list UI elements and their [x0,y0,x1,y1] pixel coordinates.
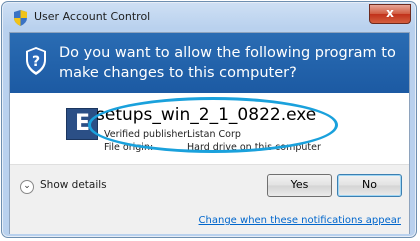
window-title: User Account Control [34,10,151,23]
show-details-toggle[interactable]: ⌄ Show details [20,179,107,194]
notification-settings-link[interactable]: Change when these notifications appear [199,215,401,226]
title-bar: User Account Control x [2,2,416,32]
show-details-label: Show details [40,179,107,191]
uac-shield-icon [14,10,27,26]
yes-button[interactable]: Yes [267,174,332,197]
prompt-question: Do you want to allow the following progr… [59,45,396,81]
dialog-content: ? Do you want to allow the following pro… [9,32,410,234]
question-shield-icon: ? [26,47,46,75]
highlight-ellipse [88,97,338,153]
prompt-header: ? Do you want to allow the following pro… [10,33,409,93]
svg-text:?: ? [32,54,40,70]
chevron-down-icon: ⌄ [20,180,34,194]
dialog-footer: ⌄ Show details Yes No Change when these n… [10,164,409,234]
no-button[interactable]: No [337,174,402,197]
close-button[interactable]: x [369,4,411,24]
uac-window: User Account Control x ? Do you want to … [1,1,417,238]
